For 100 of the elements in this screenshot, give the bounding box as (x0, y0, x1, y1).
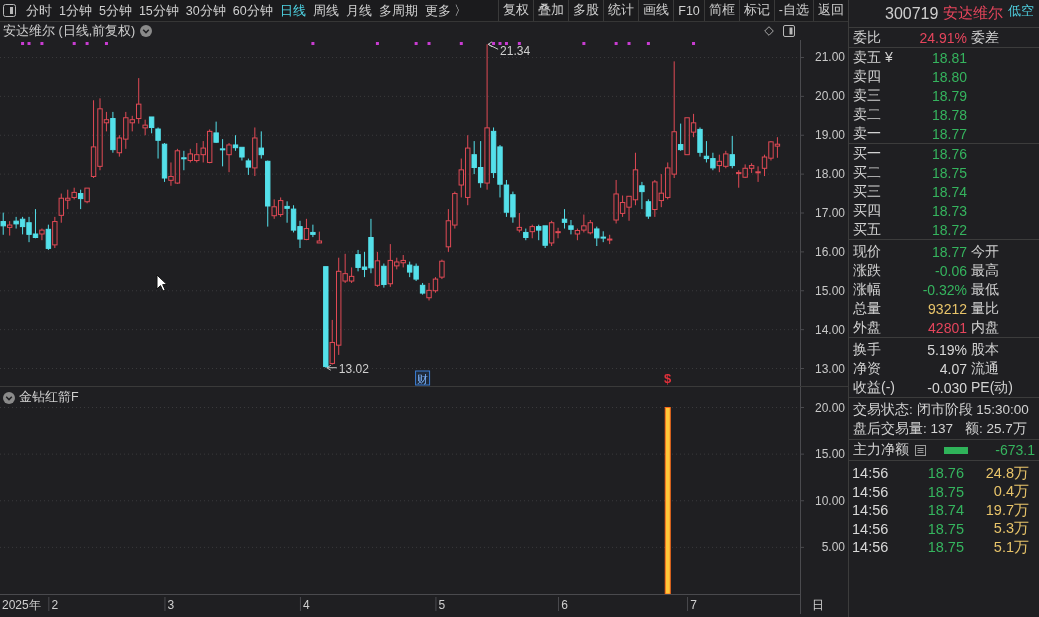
bid-price: 18.74 (930, 183, 967, 200)
indicator-title: 金钻红箭F (19, 389, 79, 406)
chevron-down-icon[interactable] (3, 391, 15, 404)
period-tab[interactable]: 多周期 (378, 2, 418, 19)
candlestick (219, 138, 226, 167)
bid-label: 买三 (853, 182, 882, 201)
stat-label: 外盘 (853, 318, 882, 337)
toolbar-button[interactable]: 统计 (603, 0, 639, 21)
finance-marker[interactable]: 财 (415, 370, 431, 386)
candlestick (323, 266, 329, 368)
period-tab[interactable]: 60分钟 (232, 2, 273, 19)
signal-marker[interactable]: $ (664, 371, 672, 386)
candlestick (568, 219, 574, 235)
stat-value: -0.32% (921, 281, 967, 298)
period-tab[interactable]: 1分钟 (59, 2, 92, 19)
ask-price: 18.78 (930, 106, 967, 123)
y-axis-label: 15.00 (814, 283, 845, 298)
toolbar-button[interactable]: 返回 (813, 0, 848, 21)
stat-value: 42801 (927, 319, 967, 336)
ratio-diff-label: 委差 (971, 28, 999, 47)
candlestick (310, 224, 316, 238)
stat-label: 最低 (971, 280, 999, 299)
bid-price: 18.72 (930, 221, 967, 238)
tick-price: 18.74 (926, 502, 964, 519)
date-label: 2 (51, 598, 59, 612)
candlestick (755, 165, 761, 183)
candlestick (110, 111, 116, 154)
y-axis-label: 16.00 (814, 244, 845, 259)
ask-price: 18.77 (930, 125, 967, 142)
period-tab[interactable]: 5分钟 (98, 2, 132, 19)
tick-price: 18.75 (926, 539, 964, 556)
flow-bar-icon (944, 446, 968, 454)
candlestick (484, 43, 490, 191)
stat-label: 股本 (971, 340, 999, 359)
period-tab[interactable]: 15分钟 (138, 2, 179, 19)
candlestick (677, 123, 684, 151)
period-tab[interactable]: 30分钟 (185, 2, 226, 19)
y-axis-label: 21.00 (814, 50, 845, 65)
trade-status: 交易状态: 闭市阶段 15:30:00 (853, 400, 1029, 419)
toolbar-button[interactable]: 多股 (568, 0, 604, 21)
stock-name: 安达维尔 (943, 4, 1004, 23)
y-axis-label: 13.00 (814, 361, 845, 376)
tick-time: 14:56 (852, 465, 890, 482)
y-axis-label: 17.00 (814, 206, 845, 220)
concept-tag[interactable]: 低空 (1008, 2, 1035, 20)
chevron-down-icon[interactable] (140, 25, 153, 37)
period-tab[interactable]: 分时 (26, 2, 52, 19)
main-net-label: 主力净额 (853, 441, 909, 459)
main-net-value: -673.1 (995, 442, 1036, 458)
tick-time: 14:56 (852, 502, 890, 519)
bid-price: 18.73 (930, 202, 967, 219)
stat-value: -0.030 (926, 379, 967, 396)
stat-label: PE(动) (971, 378, 1013, 397)
ratio-value: 24.91% (918, 29, 967, 46)
toolbar-button[interactable]: 复权 (498, 0, 534, 21)
tick-volume: 24.8万 (984, 463, 1029, 483)
stat-label: 流通 (971, 359, 999, 378)
after-hours-volume: 盘后交易量: 137 (853, 419, 954, 438)
stat-value: 4.07 (938, 360, 967, 377)
period-tab[interactable]: 日线 (279, 2, 306, 19)
toolbar-button[interactable]: -自选 (773, 0, 813, 21)
period-switch[interactable]: 日 (812, 598, 824, 612)
diamond-icon[interactable] (764, 26, 774, 36)
mouse-pointer-icon (156, 274, 168, 292)
stat-label: 今开 (971, 242, 999, 261)
tick-time: 14:56 (852, 520, 890, 537)
date-label: 4 (303, 598, 310, 612)
toolbar-button[interactable]: 叠加 (533, 0, 569, 21)
candlestick (155, 126, 161, 160)
list-icon[interactable] (915, 444, 926, 456)
stat-label: 现价 (853, 242, 882, 261)
bid-price: 18.75 (930, 164, 967, 181)
sidebar-toggle-icon[interactable] (3, 4, 16, 17)
stat-label: 换手 (853, 340, 882, 359)
toolbar-button[interactable]: F10 (673, 0, 704, 21)
period-tab[interactable]: 月线 (345, 2, 372, 19)
toolbar-button[interactable]: 标记 (738, 0, 774, 21)
more-menu-button[interactable]: 更多 〉 (424, 2, 468, 19)
bid-price: 18.76 (930, 145, 967, 162)
tick-volume: 5.1万 (992, 537, 1029, 557)
date-label: 7 (690, 598, 697, 612)
stat-label: 总量 (853, 299, 882, 318)
candlestick (381, 263, 387, 289)
y-axis-label: 20.00 (814, 400, 845, 415)
candlestick (697, 126, 703, 158)
stat-label: 最高 (971, 261, 999, 280)
tick-volume: 0.4万 (992, 482, 1029, 502)
toolbar-button[interactable]: 画线 (638, 0, 674, 21)
tick-price: 18.75 (926, 483, 964, 500)
tick-time: 14:56 (852, 483, 890, 500)
ask-price: 18.81 (930, 49, 967, 66)
toolbar-button[interactable]: 简框 (703, 0, 739, 21)
candlestick (439, 259, 445, 280)
ask-label: 卖三 (853, 86, 882, 105)
period-tab[interactable]: 周线 (312, 2, 339, 19)
y-axis-label: 5.00 (821, 540, 845, 555)
panel-icon[interactable] (783, 25, 795, 37)
candlestick (258, 130, 264, 160)
candlestick (84, 187, 90, 204)
date-label: 2025年 (2, 598, 41, 612)
